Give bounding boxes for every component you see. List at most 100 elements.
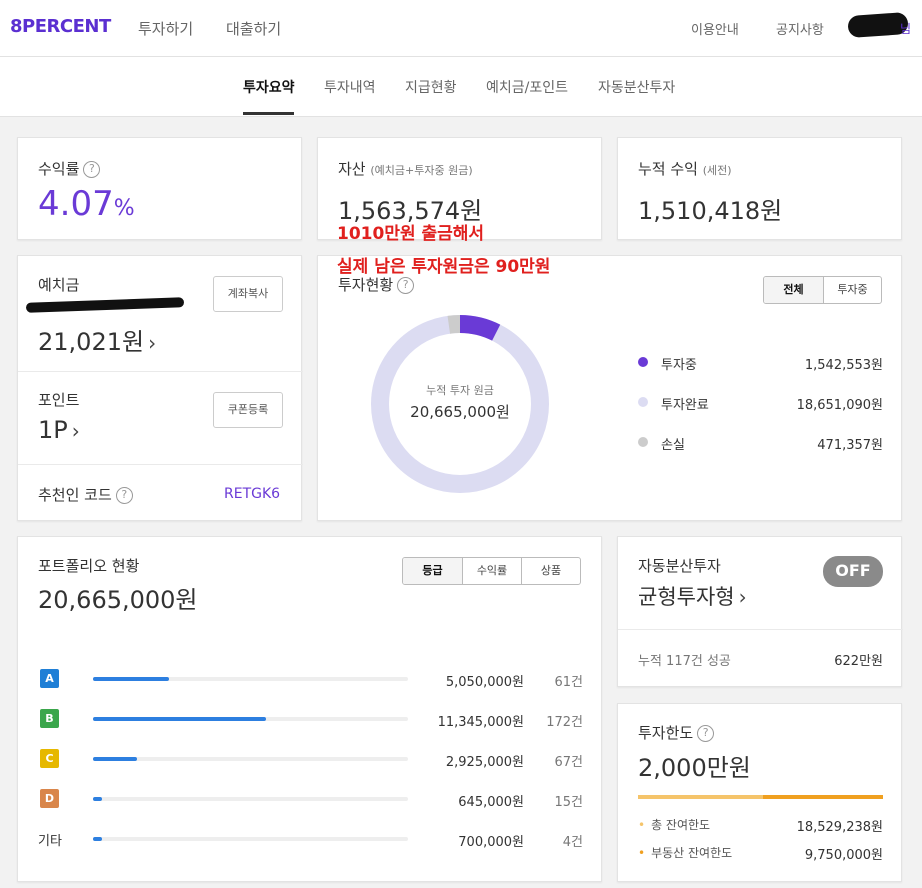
grade-bar-fill [93, 797, 103, 801]
deposit-value[interactable]: 21,021원 › [38, 322, 156, 357]
nav-invest[interactable]: 투자하기 [138, 18, 193, 39]
tab-deposit-points[interactable]: 예치금/포인트 [486, 77, 568, 97]
legend-value-complete: 18,651,090원 [796, 398, 883, 413]
limit-bar-realestate [762, 795, 883, 799]
referral-code: RETGK6 [224, 486, 281, 502]
auto-invest-type[interactable]: 균형투자형 › [638, 581, 747, 611]
top-navbar: 8PERCENT 투자하기 대출하기 이용안내 공지사항 님 [0, 0, 922, 57]
legend-value-loss: 471,357원 [817, 438, 883, 453]
yield-value: 4.07% [38, 184, 135, 224]
auto-invest-toggle[interactable]: OFF [823, 556, 883, 587]
filter-investing[interactable]: 투자중 [823, 277, 881, 303]
grade-badge-d: D [40, 789, 59, 808]
legend-label-loss: 손실 [661, 438, 685, 453]
filter-grade[interactable]: 등급 [403, 558, 462, 584]
grade-count: 4건 [562, 835, 583, 850]
grade-amount: 11,345,000원 [437, 715, 524, 730]
portfolio-filter: 등급 수익률 상품 [402, 557, 581, 585]
copy-account-button[interactable]: 계좌복사 [213, 276, 283, 312]
grade-bar-track [93, 837, 408, 841]
portfolio-label: 포트폴리오 현황 [38, 557, 140, 575]
auto-invest-stat-label: 누적 117건 성공 [638, 654, 731, 669]
grade-count: 61건 [554, 675, 583, 690]
auto-invest-label: 자동분산투자 [638, 557, 721, 575]
legend-label-complete: 투자완료 [661, 398, 709, 413]
referral-label: 추천인 코드? [38, 484, 133, 505]
logo[interactable]: 8PERCENT [10, 16, 111, 37]
help-icon[interactable]: ? [115, 487, 133, 504]
grade-label-other: 기타 [38, 834, 62, 849]
limit-bar [638, 795, 883, 799]
redacted-account [25, 297, 185, 313]
grade-bar-fill [93, 677, 169, 681]
annotation-line-1: 1010만원 출금해서 [337, 224, 485, 244]
grade-amount: 2,925,000원 [445, 755, 524, 770]
bullet-icon: • [638, 818, 646, 832]
help-icon[interactable]: ? [397, 277, 415, 294]
grade-bar-track [93, 797, 408, 801]
grade-bar-track [93, 717, 408, 721]
chevron-right-icon: › [738, 585, 747, 609]
grade-badge-a: A [40, 669, 59, 688]
tab-summary[interactable]: 투자요약 [243, 77, 295, 97]
auto-invest-stat-value: 622만원 [834, 654, 883, 669]
investment-status-label: 투자현황? [338, 274, 415, 295]
grade-amount: 700,000원 [458, 835, 524, 850]
sub-navbar: 투자요약 투자내역 지급현황 예치금/포인트 자동분산투자 [0, 57, 922, 117]
donut-center-value: 20,665,000원 [410, 403, 510, 421]
nav-loan[interactable]: 대출하기 [226, 18, 281, 39]
legend-label-active: 투자중 [661, 358, 697, 373]
help-icon[interactable]: ? [83, 161, 101, 178]
grade-bar-track [93, 677, 408, 681]
status-filter: 전체 투자중 [763, 276, 882, 304]
yield-label: 수익률? [38, 158, 101, 179]
nav-guide[interactable]: 이용안내 [691, 19, 739, 38]
investment-status-card: 투자현황? 전체 투자중 누적 투자 원금 20,665,000원 투자중 1,… [317, 255, 902, 521]
grade-count: 15건 [554, 795, 583, 810]
tab-history[interactable]: 투자내역 [324, 77, 376, 97]
tab-auto-invest[interactable]: 자동분산투자 [598, 77, 675, 97]
chevron-right-icon: › [148, 331, 157, 355]
grade-bar-fill [93, 757, 138, 761]
portfolio-total: 20,665,000원 [38, 586, 198, 614]
coupon-register-button[interactable]: 쿠폰등록 [213, 392, 283, 428]
help-icon[interactable]: ? [697, 725, 715, 742]
filter-product[interactable]: 상품 [521, 558, 580, 584]
limit-value-realestate: 9,750,000원 [804, 848, 883, 863]
cumulative-label: 누적 수익 (세전) [638, 160, 732, 178]
investment-limit-card: 투자한도? 2,000만원 • 총 잔여한도 18,529,238원 • 부동산 잔… [617, 703, 902, 882]
filter-yield[interactable]: 수익률 [462, 558, 521, 584]
chevron-right-icon: › [71, 419, 80, 443]
bullet-icon: • [638, 846, 646, 860]
limit-value-total: 18,529,238원 [796, 820, 883, 835]
deposit-card: 예치금 21,021원 › 계좌복사 포인트 1P › 쿠폰등록 추천인 코드? R… [17, 255, 303, 521]
legend-dot-complete [638, 397, 648, 407]
legend-value-active: 1,542,553원 [804, 358, 883, 373]
point-label: 포인트 [38, 391, 80, 409]
limit-row-realestate: • 부동산 잔여한도 [638, 846, 733, 860]
user-menu[interactable]: 님 [900, 20, 911, 37]
grade-badge-b: B [40, 709, 59, 728]
deposit-label: 예치금 [38, 276, 80, 294]
point-value[interactable]: 1P › [38, 416, 80, 444]
filter-all[interactable]: 전체 [764, 277, 823, 303]
limit-label: 투자한도? [638, 722, 715, 743]
limit-value: 2,000만원 [638, 754, 751, 782]
assets-label: 자산 (예치금+투자중 원금) [338, 160, 473, 178]
donut-center-label: 누적 투자 원금 [426, 384, 494, 397]
limit-row-total: • 총 잔여한도 [638, 818, 711, 832]
legend-dot-loss [638, 437, 648, 447]
active-tab-indicator [243, 112, 294, 115]
legend-dot-active [638, 357, 648, 367]
nav-notice[interactable]: 공지사항 [776, 19, 824, 38]
tab-payments[interactable]: 지급현황 [405, 77, 457, 97]
divider [18, 371, 303, 372]
grade-bar-track [93, 757, 408, 761]
grade-amount: 5,050,000원 [445, 675, 524, 690]
grade-bar-fill [93, 717, 267, 721]
grade-badge-c: C [40, 749, 59, 768]
divider [18, 464, 303, 465]
annotation-line-2: 실제 남은 투자원금은 90만원 [337, 257, 551, 277]
grade-bar-fill [93, 837, 103, 841]
grade-amount: 645,000원 [458, 795, 524, 810]
